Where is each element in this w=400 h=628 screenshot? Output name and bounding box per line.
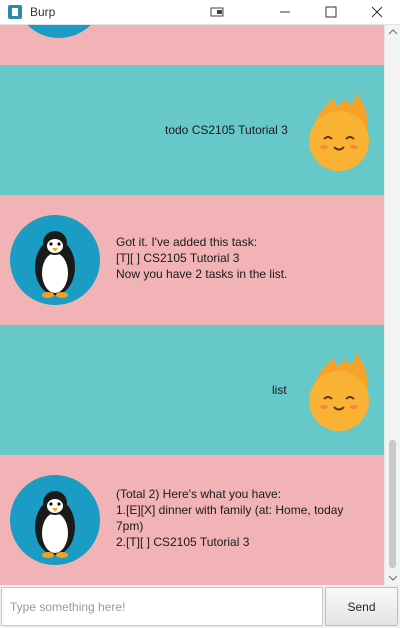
window-extra-icon[interactable] (210, 6, 226, 18)
scroll-up-arrow-icon[interactable] (385, 25, 400, 39)
fire-avatar-icon (309, 353, 369, 431)
minimize-icon[interactable] (262, 0, 308, 24)
message-line: 2.[T][ ] CS2105 Tutorial 3 (116, 535, 250, 549)
message-line: 7pm) (116, 519, 144, 533)
penguin-avatar-icon (10, 475, 100, 565)
user-message: list (0, 325, 384, 455)
app-icon (8, 5, 22, 19)
message-input[interactable] (1, 587, 323, 626)
send-button[interactable]: Send (325, 587, 398, 626)
message-line: (Total 2) Here's what you have: (116, 487, 282, 501)
bot-message: (Total 2) Here's what you have: 1.[E][X]… (0, 455, 384, 585)
bot-message-text: (Total 2) Here's what you have: 1.[E][X]… (116, 486, 343, 550)
chat-area: todo CS2105 Tutorial 3 Got it. I've adde… (0, 25, 384, 585)
scroll-down-arrow-icon[interactable] (385, 571, 400, 585)
message-line: [T][ ] CS2105 Tutorial 3 (116, 251, 240, 265)
vertical-scrollbar[interactable] (384, 25, 400, 585)
message-line: Now you have 2 tasks in the list. (116, 267, 288, 281)
message-line: 1.[E][X] dinner with family (at: Home, t… (116, 503, 344, 517)
message-line: Got it. I've added this task: (116, 235, 258, 249)
window-title: Burp (30, 5, 56, 19)
scrollbar-thumb[interactable] (389, 440, 396, 568)
user-message: todo CS2105 Tutorial 3 (0, 65, 384, 195)
close-icon[interactable] (354, 0, 400, 24)
input-bar: Send (0, 585, 400, 628)
fire-avatar-icon (309, 93, 369, 171)
bot-message-partial (0, 25, 384, 65)
user-message-text: todo CS2105 Tutorial 3 (165, 122, 288, 138)
penguin-avatar-icon (27, 25, 91, 38)
user-message-text: list (272, 382, 287, 398)
message-line: todo CS2105 Tutorial 3 (165, 123, 288, 137)
penguin-avatar-icon (10, 215, 100, 305)
bot-message-text: Got it. I've added this task: [T][ ] CS2… (116, 234, 287, 282)
message-line: list (272, 383, 287, 397)
maximize-icon[interactable] (308, 0, 354, 24)
bot-message: Got it. I've added this task: [T][ ] CS2… (0, 195, 384, 325)
title-bar: Burp (0, 0, 400, 25)
